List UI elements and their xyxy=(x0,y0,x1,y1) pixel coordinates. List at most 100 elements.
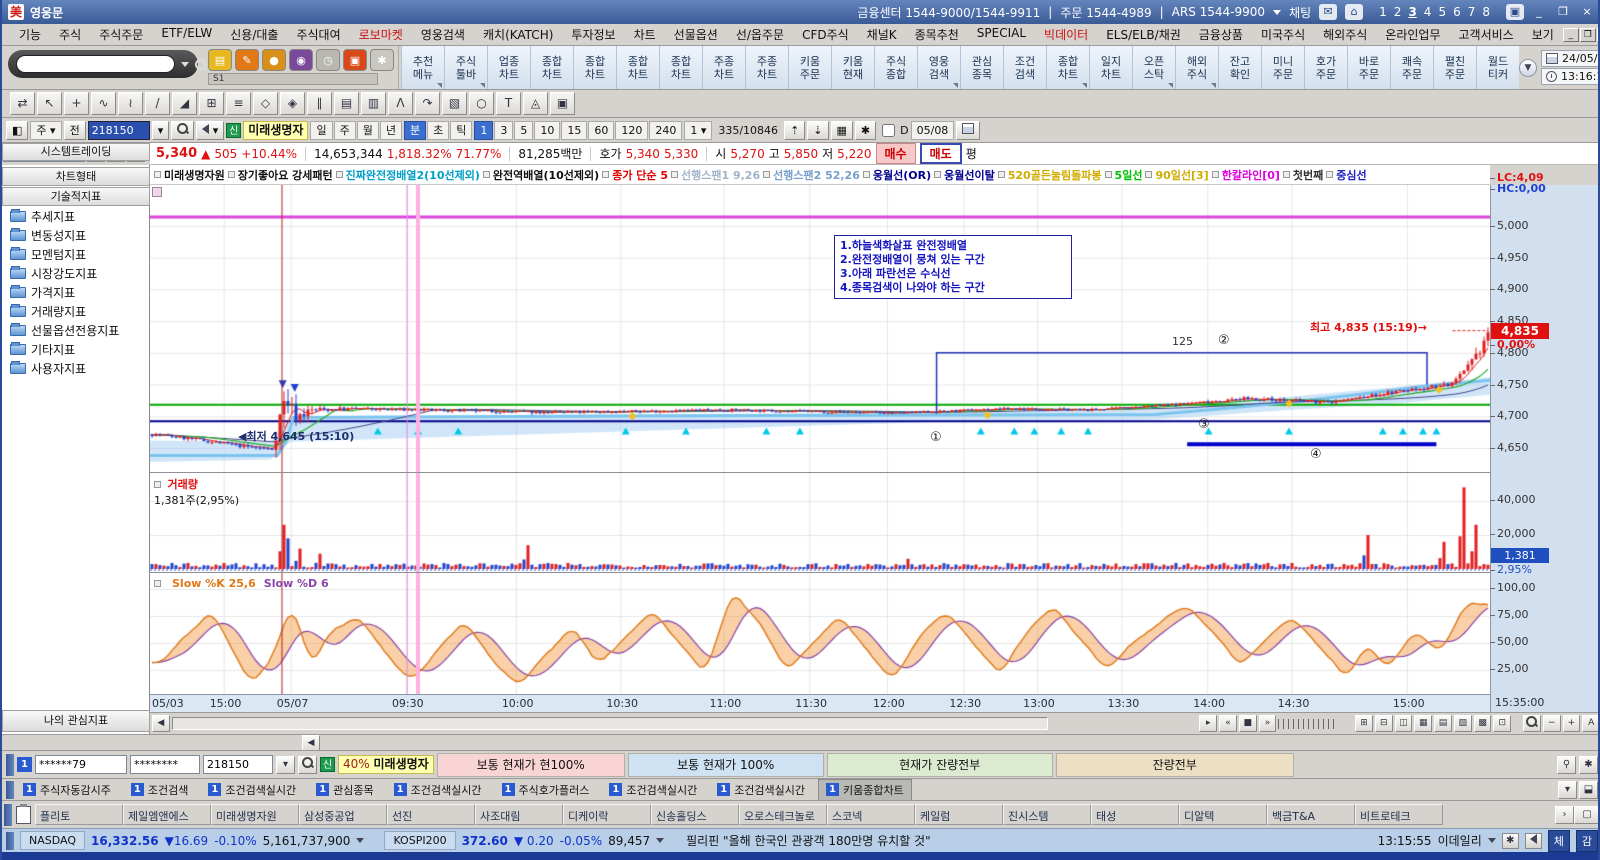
menu-item[interactable]: 영웅검색 xyxy=(412,24,474,45)
screen-number[interactable]: 8 xyxy=(1482,5,1490,19)
compare-icon[interactable]: ▦ xyxy=(1414,715,1432,732)
code-dropdown-icon[interactable]: ▾ xyxy=(152,121,170,140)
minute-button[interactable]: 3 xyxy=(494,121,513,140)
legend-item[interactable]: 웅월선이탈 xyxy=(934,167,995,183)
stock-tab[interactable]: 선진 xyxy=(387,804,475,825)
toolbar-collapse-icon[interactable]: ▼ xyxy=(1519,59,1537,77)
legend-toggle-icon[interactable] xyxy=(1283,171,1290,178)
period-button[interactable]: 일 xyxy=(310,121,332,140)
prev-bars-icon[interactable]: ⇡ xyxy=(784,121,805,140)
status-grip[interactable] xyxy=(6,832,14,850)
minute-button[interactable]: 120 xyxy=(615,121,648,140)
gam-button[interactable]: 감 xyxy=(1576,830,1598,852)
toolbar-button[interactable]: 오픈 스탁 xyxy=(1132,46,1175,89)
menu-item[interactable]: 투자정보 xyxy=(562,24,624,45)
workspace-tab-s1[interactable]: S1 xyxy=(208,73,378,85)
volume-chart-canvas[interactable] xyxy=(150,472,1490,572)
toolbar-button[interactable]: 종합 차트 xyxy=(1046,46,1089,89)
indicator-folder[interactable]: 가격지표 xyxy=(2,283,150,302)
menu-item[interactable]: 선/옵주문 xyxy=(727,24,793,45)
stock-tab[interactable]: 케일럼 xyxy=(915,804,1003,825)
toolbar-button[interactable]: 주식 종합 xyxy=(874,46,917,89)
screen-number[interactable]: 3 xyxy=(1408,5,1416,19)
menu-item[interactable]: 빅데이터 xyxy=(1035,24,1097,45)
account-select[interactable] xyxy=(35,755,127,774)
menu-item[interactable]: 해외주식 xyxy=(1314,24,1376,45)
layout3-icon[interactable]: ◫ xyxy=(1395,715,1413,732)
chart-type-header[interactable]: 차트형태 xyxy=(2,167,150,186)
stochastic-chart-canvas[interactable] xyxy=(150,572,1490,694)
menu-item[interactable]: SPECIAL xyxy=(968,24,1035,45)
menu-item[interactable]: 고객서비스 xyxy=(1450,24,1523,45)
legend-toggle-icon[interactable] xyxy=(228,171,235,178)
menu-item[interactable]: 금융상품 xyxy=(1190,24,1252,45)
play-icon[interactable]: ▸ xyxy=(1199,715,1217,732)
stock-tab[interactable]: 사조대림 xyxy=(475,804,563,825)
stock-tab[interactable]: 비트로테크 xyxy=(1355,804,1443,825)
toolbar-button[interactable]: 해외 주식 xyxy=(1175,46,1218,89)
zoom-in-icon[interactable]: + xyxy=(1563,715,1581,732)
drawing-tool-button[interactable]: ▥ xyxy=(361,92,386,115)
chart-corner-icon[interactable] xyxy=(152,187,162,197)
legend-item[interactable]: 선행스팬2 52,26 xyxy=(763,167,860,183)
legend-toggle-icon[interactable] xyxy=(336,171,343,178)
menu-item[interactable]: ETF/ELW xyxy=(152,24,221,45)
indicator-folder[interactable]: 시장강도지표 xyxy=(2,264,150,283)
legend-item[interactable]: 장기좋아요 강세패턴 xyxy=(228,167,333,183)
drawing-tool-button[interactable]: ⊞ xyxy=(199,92,224,115)
legend-toggle-icon[interactable] xyxy=(602,171,609,178)
screen-number[interactable]: 4 xyxy=(1424,5,1432,19)
drawing-tool-button[interactable]: ▤ xyxy=(334,92,359,115)
drawing-tool-button[interactable]: ≡ xyxy=(226,92,251,115)
toolbar-button[interactable]: 미니 주문 xyxy=(1261,46,1304,89)
window-tab[interactable]: 1 관심종목 xyxy=(309,779,380,801)
legend-toggle-icon[interactable] xyxy=(1212,171,1219,178)
quick-icon[interactable]: ◷ xyxy=(316,49,340,71)
screen-number[interactable]: 5 xyxy=(1438,5,1446,19)
menu-item[interactable]: CFD주식 xyxy=(793,24,858,45)
drawing-tool-button[interactable]: + xyxy=(64,92,89,115)
toolbar-button[interactable]: 주종 차트 xyxy=(745,46,788,89)
stock-code-input[interactable] xyxy=(88,121,150,140)
legend-toggle-icon[interactable] xyxy=(998,171,1005,178)
drawing-tool-button[interactable]: ▧ xyxy=(442,92,467,115)
drawing-tool-button[interactable]: ◇ xyxy=(253,92,278,115)
menu-item[interactable]: 기능 xyxy=(10,24,50,45)
legend-item[interactable]: 한칼라인[0] xyxy=(1212,167,1280,183)
menu-item[interactable]: 로보마켓 xyxy=(350,24,412,45)
modify-order-pane[interactable]: 현재가 잔량전부 xyxy=(827,753,1053,777)
mdi-restore-icon[interactable]: ❐ xyxy=(1580,28,1596,42)
window-tab[interactable]: 1 조건검색실시간 xyxy=(387,779,489,801)
drawing-tool-button[interactable]: ↷ xyxy=(415,92,440,115)
menu-item[interactable]: 온라인업무 xyxy=(1376,24,1449,45)
legend-item[interactable]: 종가 단순 5 xyxy=(602,167,668,183)
mode-button[interactable]: 초 xyxy=(427,121,449,140)
order-code-input[interactable] xyxy=(203,755,273,774)
account-password[interactable] xyxy=(130,755,200,774)
sell-button[interactable]: 매도 xyxy=(920,143,962,164)
indicator-folder[interactable]: 기타지표 xyxy=(2,340,150,359)
menu-item[interactable]: 캐치(KATCH) xyxy=(474,24,562,45)
toolbar-button[interactable]: 잔고 확인 xyxy=(1218,46,1261,89)
news-source[interactable]: 이데일리 xyxy=(1438,832,1482,849)
quick-icon[interactable]: ▣ xyxy=(343,49,367,71)
quick-icon[interactable]: ✱ xyxy=(370,49,394,71)
stock-tab[interactable]: 삼성중공업 xyxy=(299,804,387,825)
panel-splitter[interactable]: ◀ xyxy=(2,734,1600,750)
toolbar-button[interactable]: 조건 검색 xyxy=(1003,46,1046,89)
stock-tabs-more-icon[interactable]: › xyxy=(1555,806,1574,824)
date-calendar-icon[interactable] xyxy=(956,121,980,140)
screen-number[interactable]: 6 xyxy=(1453,5,1461,19)
legend-item[interactable]: 미래생명자원 xyxy=(154,167,225,183)
toolbar-button[interactable]: 종합 차트 xyxy=(573,46,616,89)
export-icon[interactable]: ⊡ xyxy=(1493,715,1511,732)
trend2-icon[interactable]: ▨ xyxy=(1454,715,1472,732)
stock-tab[interactable]: 진시스템 xyxy=(1003,804,1091,825)
legend-item[interactable]: 선행스팬1 9,26 xyxy=(671,167,760,183)
chart-gear-icon[interactable]: ✱ xyxy=(855,121,876,140)
close-button[interactable]: × xyxy=(1578,4,1596,20)
mode-button[interactable]: 틱 xyxy=(450,121,472,140)
nasdaq-dropdown-icon[interactable] xyxy=(356,838,364,843)
drawing-tool-button[interactable]: ◬ xyxy=(523,92,548,115)
chat-icon[interactable]: ✉ xyxy=(1319,4,1337,20)
